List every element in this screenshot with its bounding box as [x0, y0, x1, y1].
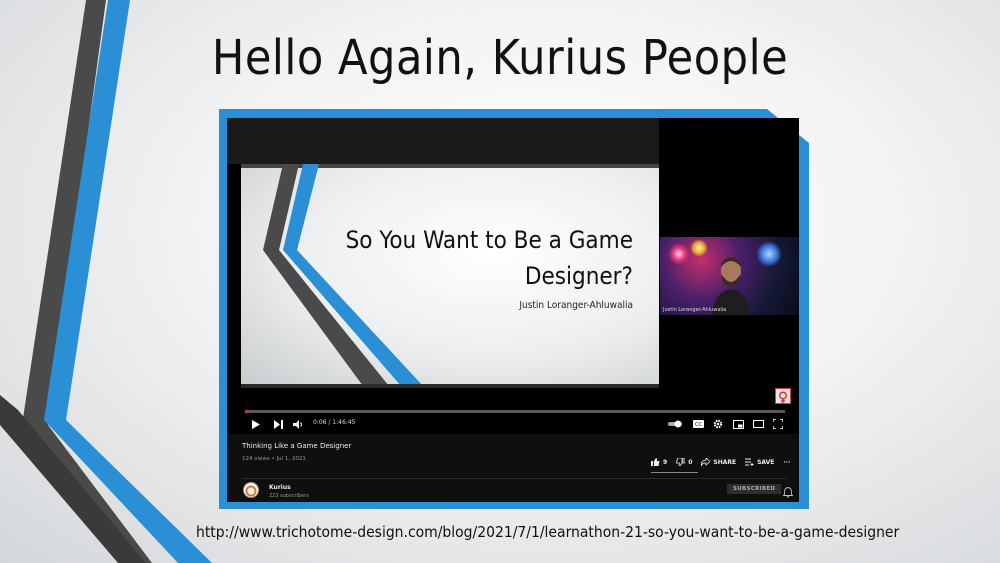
channel-logo-icon	[245, 485, 257, 497]
video-slide-title: So You Want to Be a Game Designer?	[345, 226, 633, 290]
watermark-logo-icon	[779, 391, 787, 403]
next-icon	[273, 419, 283, 429]
channel-watermark[interactable]	[775, 388, 791, 404]
captions-button[interactable]: CC	[691, 414, 705, 434]
video-info-panel: Thinking Like a Game Designer 124 views …	[227, 434, 799, 502]
next-button[interactable]	[271, 414, 285, 434]
theater-mode-button[interactable]	[751, 414, 765, 434]
like-button[interactable]: 9	[651, 458, 667, 466]
thumbs-up-icon	[651, 458, 660, 466]
play-icon	[252, 419, 260, 429]
channel-avatar[interactable]	[243, 482, 259, 498]
video-slide-content: So You Want to Be a Game Designer? Justi…	[241, 164, 659, 386]
play-button[interactable]	[249, 414, 263, 434]
miniplayer-button[interactable]	[731, 414, 745, 434]
like-ratio-bar	[651, 472, 698, 473]
captions-icon: CC	[692, 420, 704, 428]
theater-icon	[752, 420, 764, 428]
player-top-bar	[227, 118, 659, 164]
share-button[interactable]: SHARE	[701, 458, 736, 466]
fullscreen-icon	[773, 419, 783, 429]
player-controls: 0:06 / 1:46:45 CC	[227, 414, 799, 434]
save-icon	[745, 458, 754, 466]
save-button[interactable]: SAVE	[745, 458, 774, 466]
dislike-button[interactable]: 0	[676, 458, 692, 466]
subscribed-button[interactable]: SUBSCRIBED	[727, 484, 782, 494]
view-count-date: 124 views • Jul 1, 2021	[242, 456, 306, 462]
volume-button[interactable]	[291, 414, 305, 434]
divider	[242, 478, 787, 479]
fullscreen-button[interactable]	[771, 414, 785, 434]
slide-title: Hello Again, Kurius People	[211, 30, 789, 86]
webcam-name-label: Justin Loranger-Ahluwalia	[663, 307, 727, 313]
notification-bell-button[interactable]	[782, 483, 795, 498]
settings-button[interactable]	[711, 414, 725, 434]
progress-bar-fill	[245, 410, 247, 413]
volume-icon	[293, 419, 302, 429]
like-count: 9	[663, 458, 668, 466]
share-icon	[701, 458, 711, 466]
autoplay-toggle[interactable]	[667, 414, 685, 434]
thumbs-down-icon	[676, 458, 686, 466]
svg-text:CC: CC	[695, 422, 702, 428]
video-slide-author: Justin Loranger-Ahluwalia	[519, 300, 633, 311]
video-slide-toolbar	[241, 384, 659, 388]
channel-name[interactable]: Kurius	[269, 484, 291, 491]
video-title: Thinking Like a Game Designer	[242, 442, 352, 450]
video-player[interactable]: So You Want to Be a Game Designer? Justi…	[227, 118, 799, 434]
youtube-screenshot: So You Want to Be a Game Designer? Justi…	[227, 118, 799, 502]
dislike-count: 0	[688, 458, 693, 466]
bell-icon	[782, 487, 794, 498]
subscriber-count: 223 subscribers	[269, 493, 309, 499]
time-display: 0:06 / 1:46:45	[313, 419, 356, 426]
blog-link[interactable]: http://www.trichotome-design.com/blog/20…	[196, 523, 899, 541]
miniplayer-icon	[732, 419, 744, 429]
webcam-feed: Justin Loranger-Ahluwalia	[660, 237, 799, 315]
presenter-silhouette	[712, 257, 750, 315]
autoplay-toggle-icon	[668, 420, 682, 428]
video-actions: 9 0 SHARE SAVE ···	[651, 456, 790, 468]
settings-icon	[713, 419, 723, 429]
progress-bar[interactable]	[245, 410, 785, 413]
more-actions-button[interactable]: ···	[783, 459, 790, 466]
